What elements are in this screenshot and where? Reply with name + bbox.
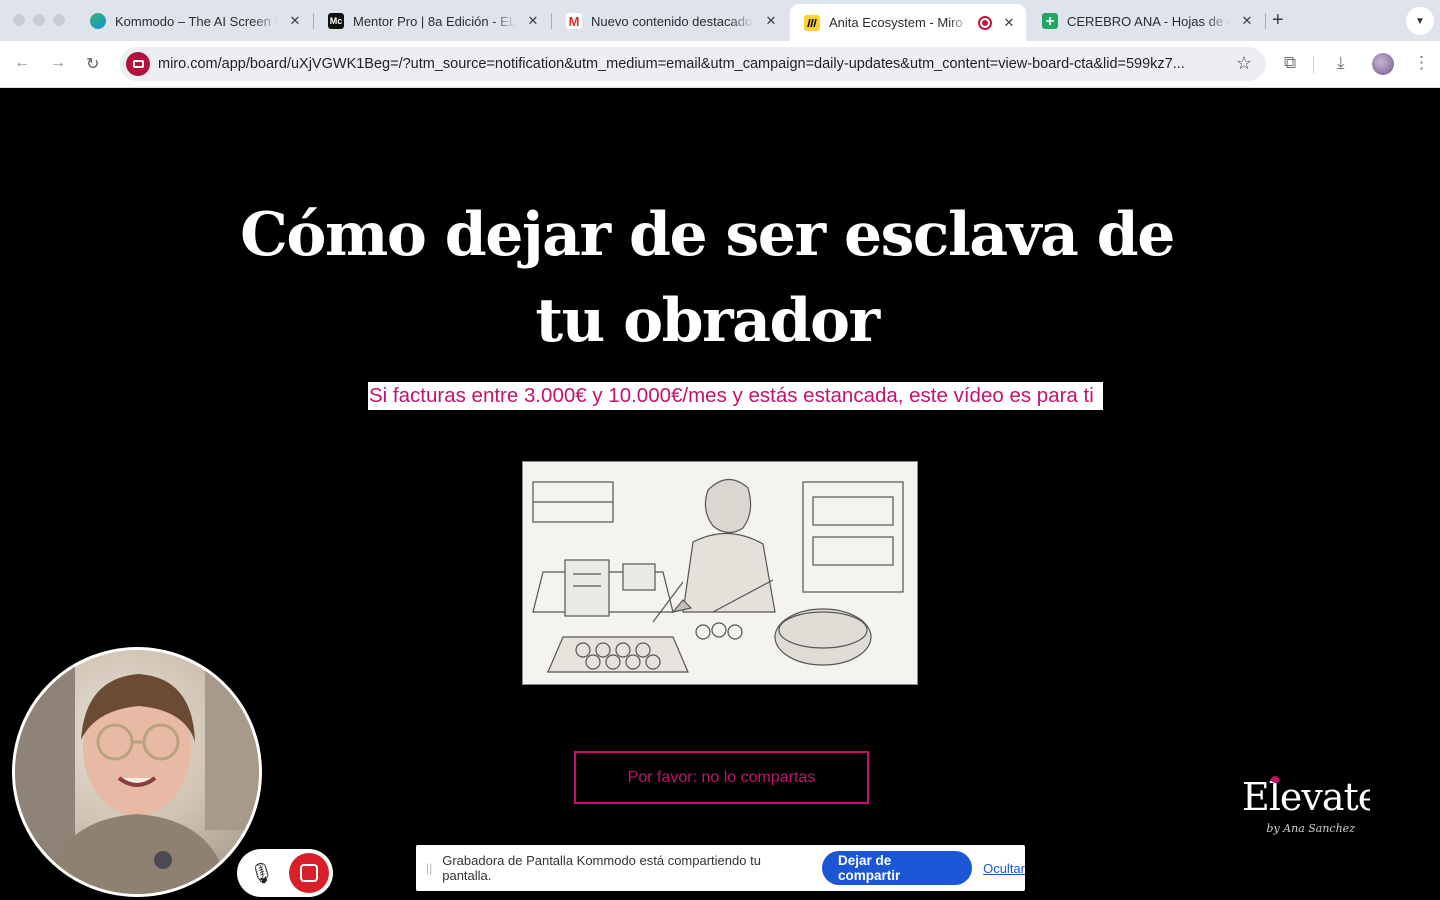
logo-word: Elevate [1242, 775, 1370, 819]
logo-byline: by Ana Sanchez [1266, 822, 1355, 835]
stop-sharing-button[interactable]: Dejar de compartir [821, 851, 973, 885]
address-bar[interactable]: miro.com/app/board/uXjVGWK1Beg=/?utm_sou… [120, 47, 1266, 81]
profile-avatar[interactable] [1372, 53, 1394, 75]
site-camera-icon[interactable] [126, 52, 150, 76]
maximize-window-icon[interactable] [53, 14, 65, 26]
browser-toolbar: ← → ↻ miro.com/app/board/uXjVGWK1Beg=/?u… [0, 41, 1440, 88]
page-subheadline: Si facturas entre 3.000€ y 10.000€/mes y… [368, 382, 1103, 410]
microphone-icon[interactable]: 🎙 [249, 861, 274, 886]
sheets-icon [1042, 13, 1058, 29]
tab-divider [1265, 13, 1266, 29]
webcam-bubble[interactable] [12, 647, 262, 897]
tab-title: Anita Ecosystem - Miro [829, 15, 963, 30]
page-headline: Cómo dejar de ser esclava de tu obrador [240, 200, 1175, 356]
sharing-message: Grabadora de Pantalla Kommodo está compa… [442, 853, 761, 883]
reload-icon[interactable]: ↻ [86, 54, 99, 74]
extensions-icon[interactable]: ⧉ [1284, 53, 1296, 73]
menu-kebab-icon[interactable]: ⋮ [1413, 53, 1430, 73]
kommodo-icon [90, 13, 106, 29]
close-tab-icon[interactable]: ✕ [1240, 13, 1254, 29]
tab-title: Kommodo – The AI Screen Re [115, 13, 278, 29]
close-tab-icon[interactable]: ✕ [288, 13, 302, 29]
close-tab-icon[interactable]: ✕ [764, 13, 778, 29]
recording-controls: 🎙 [237, 849, 333, 897]
tab-title: CEREBRO ANA - Hojas de cá [1067, 13, 1230, 29]
tab-kommodo[interactable]: Kommodo – The AI Screen Re ✕ [76, 4, 312, 38]
tab-search-icon[interactable]: ▼ [1406, 7, 1434, 35]
tab-mentor-pro[interactable]: Mc Mentor Pro | 8a Edición - ELE ✕ [314, 4, 550, 38]
forward-arrow-icon[interactable]: → [50, 54, 66, 72]
minimize-window-icon[interactable] [33, 14, 45, 26]
download-icon[interactable]: ⤓ [1337, 53, 1345, 73]
toolbar-divider [1313, 56, 1314, 74]
elevate-logo: Elevate by Ana Sanchez [1240, 770, 1370, 840]
tab-title: Mentor Pro | 8a Edición - ELE [353, 13, 516, 29]
close-tab-icon[interactable]: ✕ [1002, 15, 1016, 31]
tab-sheets[interactable]: CEREBRO ANA - Hojas de cá ✕ [1028, 4, 1264, 38]
back-arrow-icon[interactable]: ← [14, 54, 30, 72]
miro-icon [804, 14, 820, 31]
gmail-icon: M [566, 13, 582, 29]
baker-illustration [522, 461, 918, 685]
stop-recording-button[interactable] [289, 853, 329, 893]
drag-handle-icon[interactable]: || [426, 861, 432, 875]
no-compartir-button[interactable]: Por favor: no lo compartas [574, 751, 869, 804]
mentor-icon: Mc [328, 13, 344, 29]
close-tab-icon[interactable]: ✕ [526, 13, 540, 29]
bookmark-star-icon[interactable]: ☆ [1236, 53, 1252, 74]
tab-miro[interactable]: Anita Ecosystem - Miro ✕ [790, 4, 1026, 41]
address-url[interactable]: miro.com/app/board/uXjVGWK1Beg=/?utm_sou… [158, 56, 1218, 72]
tab-title: Nuevo contenido destacado e [591, 13, 754, 29]
hide-bar-link[interactable]: Ocultar [983, 861, 1025, 876]
close-window-icon[interactable] [13, 14, 25, 26]
tab-gmail[interactable]: M Nuevo contenido destacado e ✕ [552, 4, 788, 38]
tab-strip: Kommodo – The AI Screen Re ✕ Mc Mentor P… [0, 0, 1440, 41]
screen-sharing-bar: || Grabadora de Pantalla Kommodo está co… [416, 845, 1025, 891]
recording-icon [978, 15, 992, 30]
new-tab-icon[interactable]: + [1272, 9, 1284, 32]
